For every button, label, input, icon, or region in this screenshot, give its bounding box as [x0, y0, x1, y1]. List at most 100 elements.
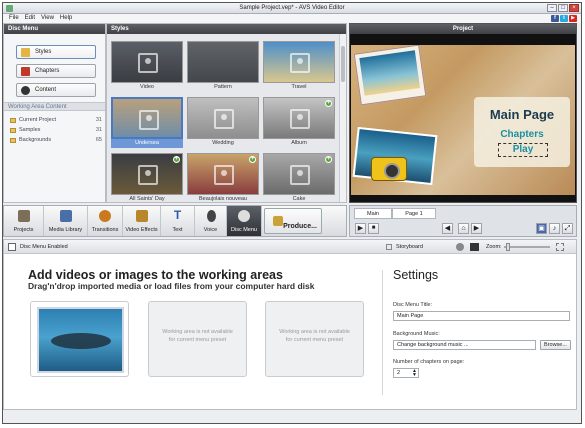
browse-button[interactable]: Browse... — [540, 340, 571, 350]
placeholder-icon — [290, 165, 310, 185]
style-preview-image: + — [263, 97, 335, 139]
twitter-icon[interactable]: t — [560, 15, 568, 22]
chapters-icon — [21, 67, 30, 76]
video-thumbnail — [37, 307, 124, 373]
placeholder-icon — [214, 165, 234, 185]
style-thumb-label: Undersea — [111, 139, 183, 148]
fullscreen-icon[interactable]: ⤢ — [562, 223, 573, 234]
project-header: Project — [350, 24, 576, 34]
video-effects-button[interactable]: Video Effects — [123, 206, 161, 236]
next-page-button[interactable]: ▶ — [471, 223, 482, 234]
settings-title: Settings — [393, 268, 439, 282]
disc-menu-button[interactable]: Disc Menu — [227, 206, 262, 236]
scrollbar-thumb[interactable] — [341, 46, 345, 82]
working-area-slot-2: Working area is not available for curren… — [148, 301, 247, 377]
chapters-count-value: 2 — [397, 370, 401, 376]
tree-item-count: 65 — [95, 137, 102, 143]
menu-title-input[interactable]: Main Page — [393, 311, 570, 321]
text-label: Text — [172, 227, 183, 233]
style-thumb-wedding[interactable]: Wedding — [187, 97, 259, 148]
tree-item-current-project[interactable]: Current Project 31 — [10, 116, 102, 125]
style-thumb-label: Album — [291, 140, 307, 146]
menu-view[interactable]: View — [41, 14, 54, 23]
youtube-icon[interactable]: ▶ — [569, 15, 577, 22]
tab-main[interactable]: Main — [354, 208, 392, 219]
style-thumb-pattern[interactable]: Pattern — [187, 41, 259, 92]
social-links: f t ▶ — [551, 15, 577, 22]
folder-icon — [10, 138, 16, 143]
storyboard-icon[interactable] — [386, 244, 392, 250]
content-button[interactable]: Content — [16, 83, 96, 97]
fit-zoom-icon[interactable] — [556, 243, 564, 251]
transitions-label: Transitions — [91, 227, 119, 233]
style-thumb-all-saints-day[interactable]: + All Saints' Day — [111, 153, 183, 204]
minimize-button[interactable]: – — [547, 4, 557, 12]
voice-icon — [206, 210, 216, 222]
style-thumb-beaujolais-nouveau[interactable]: + Beaujolais nouveau — [187, 153, 259, 204]
style-thumb-travel[interactable]: Travel — [263, 41, 335, 92]
background-music-label: Background Music: — [393, 331, 440, 337]
preview-play-link[interactable]: Play — [498, 143, 548, 157]
storyboard-label[interactable]: Storyboard — [396, 240, 423, 254]
style-thumb-video[interactable]: Video — [111, 41, 183, 92]
facebook-icon[interactable]: f — [551, 15, 559, 22]
chapters-count-stepper[interactable]: 2 ▲ ▼ — [393, 368, 419, 378]
produce-button[interactable]: Produce... — [264, 208, 322, 234]
previous-page-button[interactable]: ◀ — [442, 223, 453, 234]
voice-button[interactable]: Voice — [195, 206, 227, 236]
zoom-slider-handle[interactable] — [506, 243, 510, 251]
preview-chapters-link[interactable]: Chapters — [474, 129, 570, 140]
chapters-count-label: Number of chapters on page: — [393, 359, 465, 365]
disc-menu-enabled-label: Disc Menu Enabled — [20, 244, 68, 250]
menu-file[interactable]: File — [9, 14, 19, 23]
menu-navigation-panel: Main Page 1 ▶ ■ ◀ ⌂ ▶ ▣ ♪ ⤢ — [349, 205, 577, 237]
style-thumb-cake[interactable]: + Cake — [263, 153, 335, 204]
background-music-input[interactable]: Change background music ... — [393, 340, 536, 350]
settings-icon[interactable] — [456, 243, 464, 251]
tree-item-backgrounds[interactable]: Backgrounds 65 — [10, 136, 102, 145]
styles-button-label: Styles — [35, 49, 52, 55]
display-icon[interactable] — [470, 243, 479, 251]
working-area-slot-1[interactable] — [30, 301, 129, 377]
menu-title-label: Disc Menu Title: — [393, 302, 433, 308]
home-page-button[interactable]: ⌂ — [458, 223, 469, 234]
title-bar: Sample Project.vep* - AVS Video Editor –… — [3, 3, 581, 14]
menu-help[interactable]: Help — [60, 14, 72, 23]
styles-button[interactable]: Styles — [16, 45, 96, 59]
projects-button[interactable]: Projects — [4, 206, 44, 236]
disc-menu-enabled-checkbox[interactable] — [8, 243, 16, 251]
preview-main-page-title: Main Page — [489, 107, 555, 122]
disc-menu-panel: Disc Menu Styles Chapters Content Workin… — [3, 23, 106, 203]
style-thumb-album[interactable]: + Album — [263, 97, 335, 148]
styles-scrollbar[interactable] — [339, 34, 346, 202]
style-thumb-label: Cake — [292, 196, 306, 202]
transitions-button[interactable]: Transitions — [88, 206, 123, 236]
text-button[interactable]: T Text — [161, 206, 195, 236]
video-effects-label: Video Effects — [125, 227, 158, 233]
stepper-arrows-icon[interactable]: ▲ ▼ — [412, 369, 417, 378]
style-thumb-undersea[interactable]: Undersea — [111, 97, 183, 148]
tab-page-1[interactable]: Page 1 — [392, 208, 436, 219]
aspect-ratio-icon[interactable]: ▣ — [536, 223, 547, 234]
media-library-icon — [59, 210, 72, 222]
close-button[interactable]: × — [569, 4, 579, 12]
stop-button[interactable]: ■ — [368, 223, 379, 234]
disc-menu-preview[interactable]: Main Page Chapters Play — [351, 45, 575, 195]
zoom-slider[interactable] — [504, 246, 550, 248]
style-preview-image: + — [263, 153, 335, 195]
style-thumb-label: Pattern — [214, 84, 232, 90]
menu-edit[interactable]: Edit — [25, 14, 35, 23]
style-preview-image — [111, 41, 183, 83]
content-icon — [21, 86, 30, 95]
transitions-icon — [99, 210, 111, 222]
tree-item-samples[interactable]: Samples 31 — [10, 126, 102, 135]
play-button[interactable]: ▶ — [355, 223, 366, 234]
video-effects-icon — [135, 210, 148, 222]
tree-item-count: 31 — [95, 127, 102, 133]
media-library-button[interactable]: Media Library — [44, 206, 88, 236]
maximize-button[interactable]: □ — [558, 4, 568, 12]
settings-divider — [382, 270, 383, 395]
volume-icon[interactable]: ♪ — [549, 223, 560, 234]
chapters-button[interactable]: Chapters — [16, 64, 96, 78]
placeholder-icon — [138, 53, 158, 73]
